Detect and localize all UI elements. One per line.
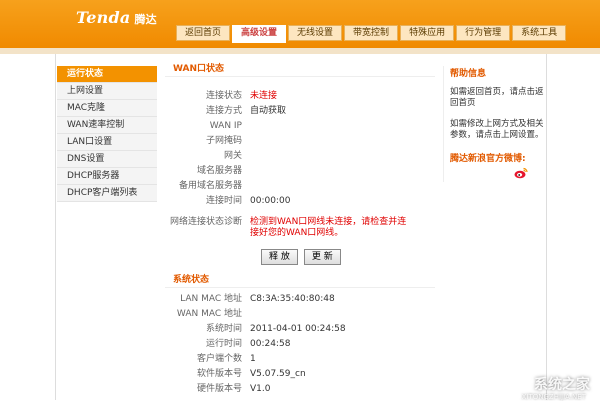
field-value: C8:3A:35:40:80:48 [250,294,335,304]
connection-status-value: 未连接 [250,91,278,101]
field-label: 子网掩码 [205,136,242,146]
system-row: 硬件版本号 V1.0 [165,382,435,397]
field-label: 软件版本号 [196,369,242,379]
field-label: 硬件版本号 [196,384,242,394]
brand-logo: Tenda 腾达 [76,8,157,27]
field-label: 系统时间 [205,324,242,334]
tab-home[interactable]: 返回首页 [176,25,231,41]
sidebar-item-internet[interactable]: 上网设置 [57,83,157,100]
system-row: 客户端个数 1 [165,352,435,367]
field-value: 2011-04-01 00:24:58 [250,324,346,334]
field-label: 备用域名服务器 [178,181,242,191]
field-value: V5.07.59_cn [250,369,306,379]
system-row: LAN MAC 地址 C8:3A:35:40:80:48 [165,292,435,307]
tab-wireless[interactable]: 无线设置 [288,25,343,41]
sidebar-item-dhcp-clients[interactable]: DHCP客户端列表 [57,185,157,202]
field-label: LAN MAC 地址 [180,294,242,304]
wan-row: 备用域名服务器 [165,179,435,194]
tab-advanced[interactable]: 高级设置 [232,25,287,43]
system-row: 软件版本号 V5.07.59_cn [165,367,435,382]
watermark-text: 系统之家 [534,377,590,393]
tab-bandwidth[interactable]: 带宽控制 [344,25,399,41]
field-value: 00:24:58 [250,339,291,349]
wan-row: WAN IP [165,119,435,134]
wan-row: 域名服务器 [165,164,435,179]
field-value: V1.0 [250,384,271,394]
field-label: 域名服务器 [196,166,242,176]
sidebar-item-lan[interactable]: LAN口设置 [57,134,157,151]
system-row: 运行时间 00:24:58 [165,337,435,352]
weibo-icon[interactable] [514,167,528,179]
sidebar-item-mac-clone[interactable]: MAC克隆 [57,100,157,117]
sidebar-item-wan-rate[interactable]: WAN速率控制 [57,117,157,134]
diagnosis-text: 检测到WAN口网线未连接，请检查并连接好您的WAN口网线。 [250,217,407,238]
tab-tools[interactable]: 系统工具 [512,25,567,41]
field-label: 网关 [223,151,242,161]
system-status-title: 系统状态 [165,273,435,288]
renew-button[interactable]: 更 新 [303,249,341,265]
wan-actions: 释 放 更 新 [165,249,435,265]
logo-text: Tenda [76,8,131,27]
field-label: 连接方式 [205,106,242,116]
wan-row: 连接时间 00:00:00 [165,194,435,209]
weibo-label: 腾达新浪官方微博: [450,154,526,164]
tab-special[interactable]: 特殊应用 [400,25,455,41]
top-banner: Tenda 腾达 返回首页 高级设置 无线设置 带宽控制 特殊应用 行为管理 系统… [0,0,600,48]
field-label: WAN MAC 地址 [176,309,242,319]
sidebar-item-dns[interactable]: DNS设置 [57,151,157,168]
diagnosis-label: 网络连接状态诊断 [169,217,242,227]
help-title: 帮助信息 [450,69,487,79]
sidebar-item-dhcp-server[interactable]: DHCP服务器 [57,168,157,185]
tab-behavior[interactable]: 行为管理 [456,25,511,41]
wan-row: 连接状态 未连接 [165,89,435,104]
logo-cn: 腾达 [134,13,157,26]
system-row: WAN MAC 地址 [165,307,435,322]
system-row: 系统时间 2011-04-01 00:24:58 [165,322,435,337]
field-label: WAN IP [209,121,242,131]
sidebar: 运行状态 上网设置 MAC克隆 WAN速率控制 LAN口设置 DNS设置 DHC… [57,66,157,202]
field-label: 客户端个数 [196,354,242,364]
help-text-internet: 如需修改上网方式及相关参数，请点击上网设置。 [450,119,544,140]
main-nav: 返回首页 高级设置 无线设置 带宽控制 特殊应用 行为管理 系统工具 [176,25,568,43]
help-panel: 帮助信息 如需返回首页，请点击返回首页 如需修改上网方式及相关参数，请点击上网设… [443,66,546,182]
help-text-home: 如需返回首页，请点击返回首页 [450,87,544,108]
field-label: 连接状态 [205,91,242,101]
diagnosis-row: 网络连接状态诊断 检测到WAN口网线未连接，请检查并连接好您的WAN口网线。 [165,217,435,239]
wan-row: 子网掩码 [165,134,435,149]
release-button[interactable]: 释 放 [261,249,298,265]
field-label: 运行时间 [205,339,242,349]
sidebar-item-status[interactable]: 运行状态 [57,66,157,83]
field-value: 00:00:00 [250,196,291,206]
wan-row: 连接方式 自动获取 [165,104,435,119]
field-value: 自动获取 [250,106,287,116]
wan-status-title: WAN口状态 [165,62,435,77]
wan-row: 网关 [165,149,435,164]
field-label: 连接时间 [205,196,242,206]
field-value: 1 [250,354,256,364]
content-area: WAN口状态 连接状态 未连接 连接方式 自动获取 WAN IP 子网掩码 网关 域… [165,62,435,397]
